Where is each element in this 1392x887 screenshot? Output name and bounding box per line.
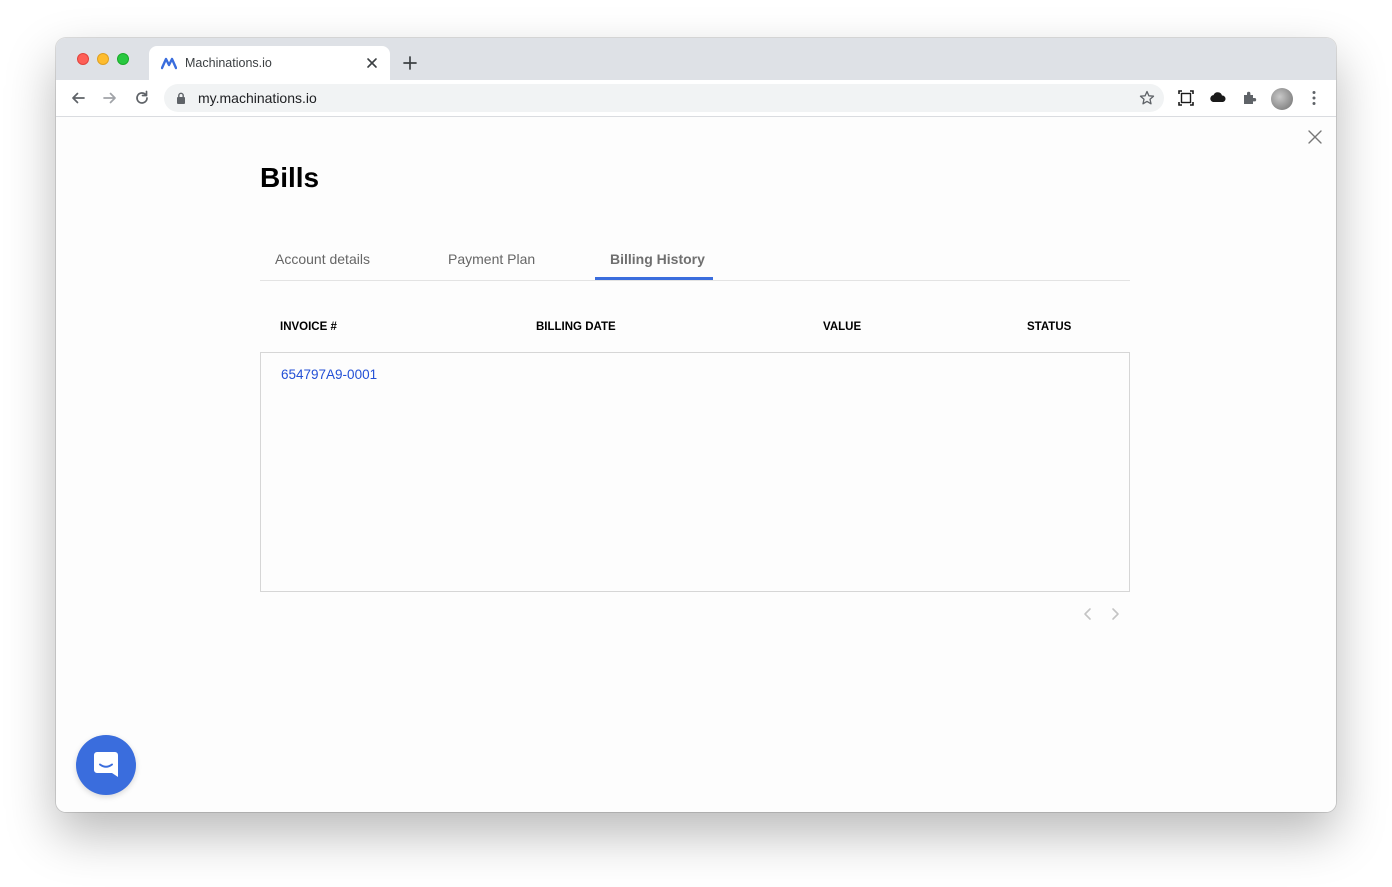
window-minimize-button[interactable] [97, 53, 109, 65]
browser-titlebar: Machinations.io [56, 38, 1336, 80]
tab-title: Machinations.io [185, 56, 272, 70]
cloud-extension-icon[interactable] [1208, 88, 1228, 108]
reload-icon[interactable] [133, 89, 151, 107]
machinations-logo-icon [161, 57, 177, 70]
tab-account-details[interactable]: Account details [275, 251, 370, 267]
window-zoom-button[interactable] [117, 53, 129, 65]
address-bar[interactable]: my.machinations.io [164, 84, 1164, 112]
chat-icon [94, 752, 118, 777]
column-header-billing-date: BILLING DATE [536, 321, 616, 333]
close-icon[interactable] [1307, 129, 1323, 145]
column-header-value: VALUE [823, 321, 862, 333]
browser-tab[interactable]: Machinations.io [149, 46, 390, 80]
lock-icon [177, 92, 185, 104]
profile-avatar[interactable] [1271, 88, 1293, 110]
browser-toolbar: my.machinations.io [56, 80, 1336, 117]
billing-tabs: Account details Payment Plan Billing His… [260, 246, 1130, 281]
new-tab-icon[interactable] [401, 54, 419, 72]
more-menu-icon[interactable] [1304, 88, 1324, 108]
puzzle-extensions-icon[interactable] [1240, 88, 1260, 108]
active-tab-indicator [595, 277, 713, 280]
tab-payment-plan[interactable]: Payment Plan [448, 251, 535, 267]
forward-arrow-icon[interactable] [101, 89, 119, 107]
back-arrow-icon[interactable] [69, 89, 87, 107]
column-header-status: STATUS [1027, 321, 1072, 333]
browser-window: Machinations.io my.machinations.io Bills… [56, 38, 1336, 812]
billing-table: 654797A9-0001 [260, 352, 1130, 592]
column-header-invoice: INVOICE # [280, 321, 337, 333]
bookmark-star-icon[interactable] [1138, 89, 1156, 107]
tab-close-icon[interactable] [364, 55, 380, 71]
tab-billing-history[interactable]: Billing History [610, 251, 705, 267]
previous-page-icon[interactable] [1082, 606, 1094, 622]
chat-launcher-button[interactable] [76, 735, 136, 795]
page-title: Bills [260, 162, 320, 193]
page-content: Bills Account details Payment Plan Billi… [56, 118, 1336, 812]
next-page-icon[interactable] [1109, 606, 1121, 622]
url-text: my.machinations.io [198, 90, 317, 106]
invoice-link[interactable]: 654797A9-0001 [281, 367, 377, 382]
screenshot-extension-icon[interactable] [1176, 88, 1196, 108]
window-close-button[interactable] [77, 53, 89, 65]
